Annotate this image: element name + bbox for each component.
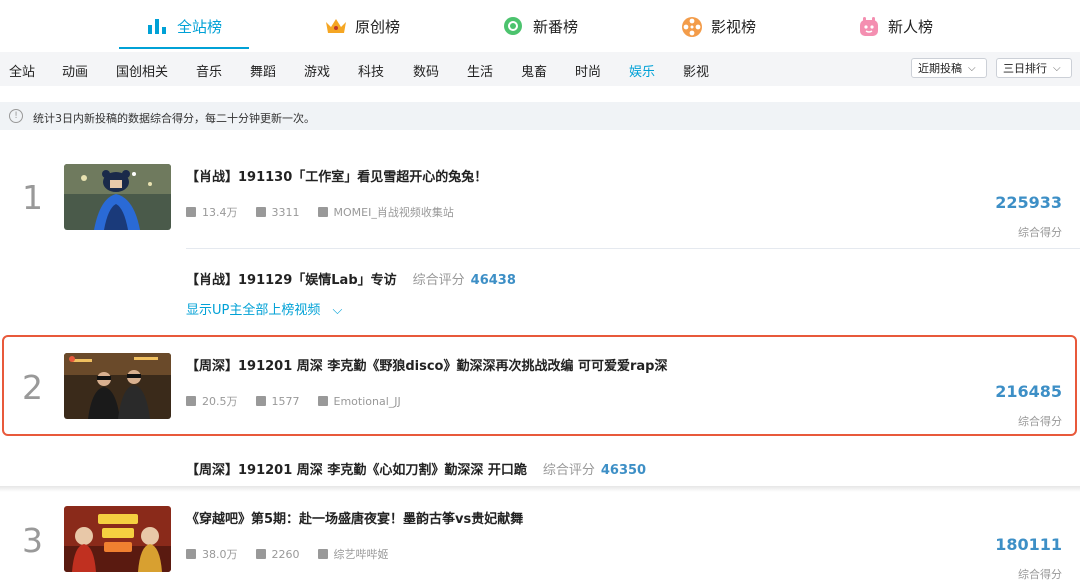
dropdown-value: 近期投稿 [918,62,962,75]
category-digital[interactable]: 数码 [413,61,439,80]
total-score: 180111 [995,535,1062,554]
tab-new-anime[interactable]: 新番榜 [503,14,578,38]
chevron-down-icon: ⌵ [968,62,976,74]
play-count: 20.5万 [202,395,238,408]
category-life[interactable]: 生活 [467,61,493,80]
sub-video-title: 【肖战】191129「娱情Lab」专访 [186,273,397,288]
tab-newcomer[interactable]: 新人榜 [858,14,933,38]
video-thumbnail[interactable] [64,164,171,230]
rank-number: 1 [22,178,43,217]
category-tech[interactable]: 科技 [358,61,384,80]
up-other-video[interactable]: 【周深】191201 周深 李克勤《心如刀割》勤深深 开口跪 综合评分 46350 [186,459,646,478]
film-reel-icon [681,16,702,37]
category-game[interactable]: 游戏 [304,61,330,80]
dropdown-value: 三日排行 [1003,62,1047,75]
category-animation[interactable]: 动画 [62,61,88,80]
info-icon: ! [9,109,23,123]
show-more-link[interactable]: 显示UP主全部上榜视频 ⌵ [186,299,342,318]
play-count-icon [186,549,196,559]
ranking-notice: ! 统计3日内新投稿的数据综合得分，每二十分钟更新一次。 [0,102,1080,130]
up-name[interactable]: 综艺哔哔姬 [334,546,389,562]
sub-score: 46350 [600,463,647,478]
tab-original[interactable]: 原创榜 [325,14,400,38]
up-user-icon [317,396,328,406]
up-name[interactable]: Emotional_JJ [334,395,401,408]
video-title[interactable]: 【周深】191201 周深 李克勤《野狼disco》勤深深再次挑战改编 可可爱爱… [186,355,667,374]
total-score: 225933 [995,193,1062,212]
tab-label: 影视榜 [711,17,757,36]
danmaku-count: 3311 [271,205,300,219]
up-other-video[interactable]: 【肖战】191129「娱情Lab」专访 综合评分 46438 [186,269,516,288]
score-label: 综合得分 [1018,415,1062,428]
row-divider [186,248,1080,249]
ranking-top-tabs: 全站榜 原创榜 新番榜 影视榜 新人榜 [0,0,1080,50]
danmaku-count: 1577 [271,394,300,408]
tab-all-site[interactable]: 全站榜 [147,14,222,38]
category-film[interactable]: 影视 [683,61,709,80]
bar-chart-icon [147,16,167,36]
sub-score: 46438 [470,273,516,288]
video-meta: 13.4万 3311 MOMEI_肖战视频收集站 [186,204,472,220]
sub-video-title: 【周深】191201 周深 李克勤《心如刀割》勤深深 开口跪 [186,463,527,478]
chevron-down-icon: ⌵ [1053,62,1061,74]
tab-label: 原创榜 [355,17,401,36]
sub-score-label: 综合评分 [542,463,595,478]
active-tab-underline [119,47,249,49]
danmaku-icon [255,207,266,217]
score-label: 综合得分 [1018,226,1062,239]
video-meta: 38.0万 2260 综艺哔哔姬 [186,546,407,562]
ring-icon [503,16,523,36]
play-count-icon [186,207,196,217]
play-count-icon [186,396,196,406]
new-user-icon [858,16,878,36]
tab-label: 新人榜 [888,17,934,36]
video-meta: 20.5万 1577 Emotional_JJ [186,393,419,409]
category-nav: 全站 动画 国创相关 音乐 舞蹈 游戏 科技 数码 生活 鬼畜 时尚 娱乐 影视… [0,52,1080,86]
danmaku-icon [255,396,266,406]
video-title[interactable]: 【肖战】191130「工作室」看见雪超开心的兔兔！ [186,166,487,185]
play-count: 38.0万 [202,548,238,561]
category-all[interactable]: 全站 [9,61,35,80]
tab-label: 新番榜 [533,17,579,36]
row-separator-shadow [0,486,1080,492]
tab-film-tv[interactable]: 影视榜 [681,14,756,38]
video-thumbnail[interactable] [64,353,171,419]
rank-number: 3 [22,521,43,560]
total-score: 216485 [995,382,1062,401]
period-dropdown[interactable]: 三日排行 ⌵ [996,58,1072,78]
tab-label: 全站榜 [177,17,223,36]
up-user-icon [317,549,328,559]
up-name[interactable]: MOMEI_肖战视频收集站 [334,204,454,220]
category-guochuang[interactable]: 国创相关 [116,61,168,80]
score-label: 综合得分 [1018,568,1062,581]
up-user-icon [317,207,328,217]
category-entertainment[interactable]: 娱乐 [629,61,655,80]
video-thumbnail[interactable] [64,506,171,572]
danmaku-icon [255,549,266,559]
video-title[interactable]: 《穿越吧》第5期：赴一场盛唐夜宴！墨韵古筝vs贵妃献舞 [186,508,523,527]
crown-icon [325,16,346,36]
chevron-down-icon: ⌵ [332,303,343,318]
recent-upload-dropdown[interactable]: 近期投稿 ⌵ [911,58,987,78]
category-dance[interactable]: 舞蹈 [250,61,276,80]
notice-text: 统计3日内新投稿的数据综合得分，每二十分钟更新一次。 [33,112,315,125]
danmaku-count: 2260 [271,547,300,561]
show-more-label: 显示UP主全部上榜视频 [186,303,321,318]
category-music[interactable]: 音乐 [196,61,222,80]
category-kichiku[interactable]: 鬼畜 [521,61,547,80]
play-count: 13.4万 [202,206,238,219]
sub-score-label: 综合评分 [412,273,465,288]
rank-number: 2 [22,368,43,407]
category-fashion[interactable]: 时尚 [575,61,601,80]
